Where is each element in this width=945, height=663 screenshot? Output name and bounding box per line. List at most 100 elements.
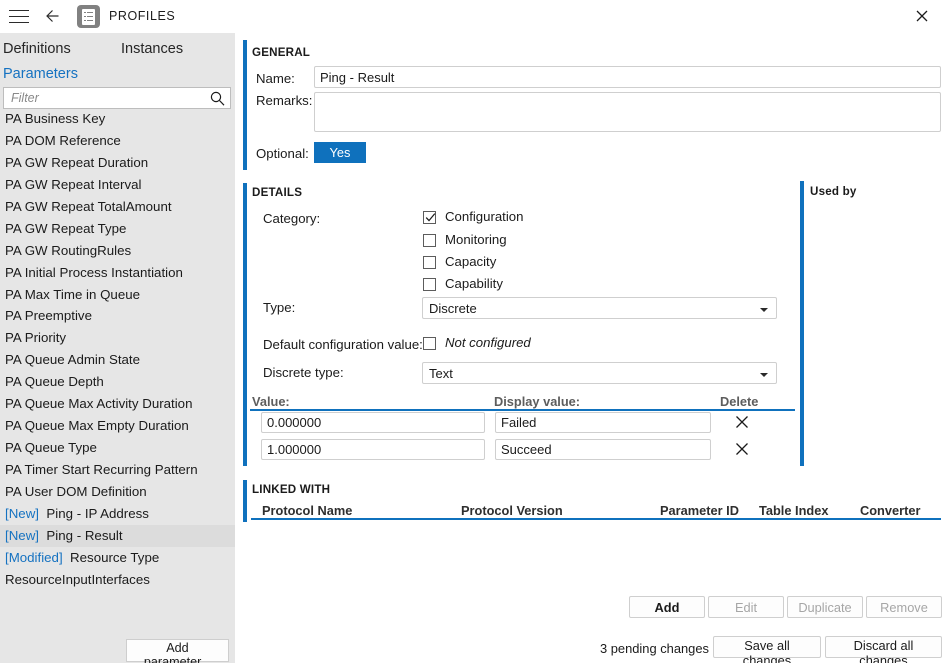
subtab-parameters[interactable]: Parameters <box>3 66 78 82</box>
default-configuration-value-label: Default configuration value: <box>263 337 423 352</box>
list-item-label: PA Max Time in Queue <box>5 286 141 302</box>
tab-definitions[interactable]: Definitions <box>3 41 71 57</box>
list-item[interactable]: PA Timer Start Recurring Pattern <box>0 459 235 481</box>
list-item[interactable]: PA Queue Type <box>0 437 235 459</box>
title-bar: PROFILES <box>0 0 945 33</box>
list-item[interactable]: PA User DOM Definition <box>0 481 235 503</box>
delete-column-header: Delete <box>720 394 759 409</box>
search-icon[interactable] <box>209 90 226 107</box>
list-item[interactable]: PA Preemptive <box>0 305 235 327</box>
table-header-underline <box>250 409 795 411</box>
list-item-label: Resource Type <box>70 549 160 565</box>
list-item-label: PA GW RoutingRules <box>5 242 132 258</box>
column-header-protocol-name: Protocol Name <box>262 503 353 518</box>
checkbox-box[interactable] <box>423 278 436 291</box>
list-item[interactable]: PA Priority <box>0 327 235 349</box>
profiles-document-icon <box>77 5 100 28</box>
list-item[interactable]: PA GW Repeat TotalAmount <box>0 196 235 218</box>
type-select[interactable]: Discrete <box>422 297 777 319</box>
list-item-label: PA Queue Admin State <box>5 352 141 368</box>
list-item[interactable]: PA Queue Depth <box>0 371 235 393</box>
value-field-row-1[interactable] <box>261 439 485 460</box>
list-item[interactable]: PA GW Repeat Duration <box>0 152 235 174</box>
list-item-label: PA GW Repeat Type <box>5 220 127 236</box>
list-item-label: PA Preemptive <box>5 308 92 324</box>
value-field-row-0[interactable] <box>261 412 485 433</box>
discrete-type-select[interactable]: Text <box>422 362 777 384</box>
list-item-label: PA Queue Max Empty Duration <box>5 418 189 434</box>
value-column-header: Value: <box>252 394 290 409</box>
list-item[interactable]: PA Max Time in Queue <box>0 284 235 306</box>
tab-instances[interactable]: Instances <box>121 41 183 57</box>
list-item[interactable]: PA Queue Admin State <box>0 349 235 371</box>
list-item[interactable]: PA GW Repeat Type <box>0 218 235 240</box>
list-item-label: ResourceInputInterfaces <box>5 571 150 587</box>
list-item[interactable]: [New] Ping - Result <box>0 524 235 547</box>
name-label: Name: <box>256 71 295 86</box>
list-item[interactable]: PA DOM Reference <box>0 130 235 152</box>
list-item-label: PA Queue Max Activity Duration <box>5 396 193 412</box>
list-item[interactable]: PA Business Key <box>0 108 235 130</box>
checkbox-box[interactable] <box>423 233 436 247</box>
linked-with-accent-bar <box>243 480 247 522</box>
close-icon[interactable] <box>905 4 939 28</box>
list-item[interactable]: PA GW RoutingRules <box>0 240 235 262</box>
display-value-field-row-0[interactable] <box>495 412 711 433</box>
remove-button[interactable]: Remove <box>866 596 942 618</box>
list-item-label: PA Priority <box>5 330 67 346</box>
hamburger-icon[interactable] <box>8 6 30 26</box>
optional-toggle-button[interactable]: Yes <box>314 142 366 163</box>
sidebar-tabs: Definitions Instances <box>0 41 235 63</box>
list-item-tag: [New] <box>5 527 39 543</box>
list-item[interactable]: [New] Ping - IP Address <box>0 503 235 525</box>
list-item[interactable]: ResourceInputInterfaces <box>0 569 235 591</box>
list-item-label: PA User DOM Definition <box>5 483 147 499</box>
back-arrow-icon[interactable] <box>42 5 66 27</box>
list-item-label: PA GW Repeat TotalAmount <box>5 198 172 214</box>
list-item-label: PA DOM Reference <box>5 132 121 148</box>
edit-button[interactable]: Edit <box>708 596 784 618</box>
delete-row-0-button[interactable] <box>733 413 751 431</box>
duplicate-button[interactable]: Duplicate <box>787 596 863 618</box>
column-header-protocol-version: Protocol Version <box>461 503 563 518</box>
details-accent-bar <box>243 183 247 466</box>
name-field[interactable] <box>314 66 941 88</box>
chevron-down-icon <box>760 373 768 377</box>
checkbox-box[interactable] <box>423 256 436 269</box>
list-item[interactable]: [Modified] Resource Type <box>0 547 235 569</box>
column-header-table-index: Table Index <box>759 503 829 518</box>
add-button[interactable]: Add <box>629 596 705 618</box>
checkbox-label: Not configured <box>445 335 531 350</box>
discard-all-changes-button[interactable]: Discard all changes <box>825 636 942 663</box>
list-item-tag: [Modified] <box>5 549 63 565</box>
list-item-label: Ping - Result <box>46 527 123 543</box>
column-header-parameter-id: Parameter ID <box>660 503 739 518</box>
used-by-accent-bar <box>800 181 804 466</box>
delete-row-1-button[interactable] <box>733 440 751 458</box>
list-item[interactable]: PA GW Repeat Interval <box>0 174 235 196</box>
page-title: PROFILES <box>109 9 176 23</box>
checkbox-box[interactable] <box>423 211 436 224</box>
general-section-title: GENERAL <box>252 46 311 59</box>
list-item[interactable]: PA Queue Max Empty Duration <box>0 415 235 437</box>
pending-changes-status: 3 pending changes <box>600 641 709 656</box>
checkbox-label: Monitoring <box>445 231 507 247</box>
list-item[interactable]: PA Queue Max Activity Duration <box>0 393 235 415</box>
linked-with-section-title: LINKED WITH <box>252 483 331 496</box>
save-all-changes-button[interactable]: Save all changes <box>713 636 821 663</box>
remarks-field[interactable] <box>314 92 941 132</box>
list-item[interactable]: PA Initial Process Instantiation <box>0 262 235 284</box>
display-value-field-row-1[interactable] <box>495 439 711 460</box>
display-value-column-header: Display value: <box>494 394 581 409</box>
discrete-type-label: Discrete type: <box>263 365 344 380</box>
checkbox-label: Configuration <box>445 209 524 224</box>
list-item-label: PA Queue Depth <box>5 374 104 390</box>
checkbox-label: Capacity <box>445 254 497 269</box>
list-item-label: PA GW Repeat Interval <box>5 176 142 192</box>
chevron-down-icon <box>760 308 768 312</box>
category-label: Category: <box>263 211 321 226</box>
parameter-list[interactable]: PA Business Key PA DOM Reference PA GW Rep… <box>0 108 235 623</box>
checkbox-box[interactable] <box>423 337 436 350</box>
search-input[interactable] <box>9 88 201 108</box>
add-parameter-button[interactable]: Add parameter... <box>126 639 229 663</box>
